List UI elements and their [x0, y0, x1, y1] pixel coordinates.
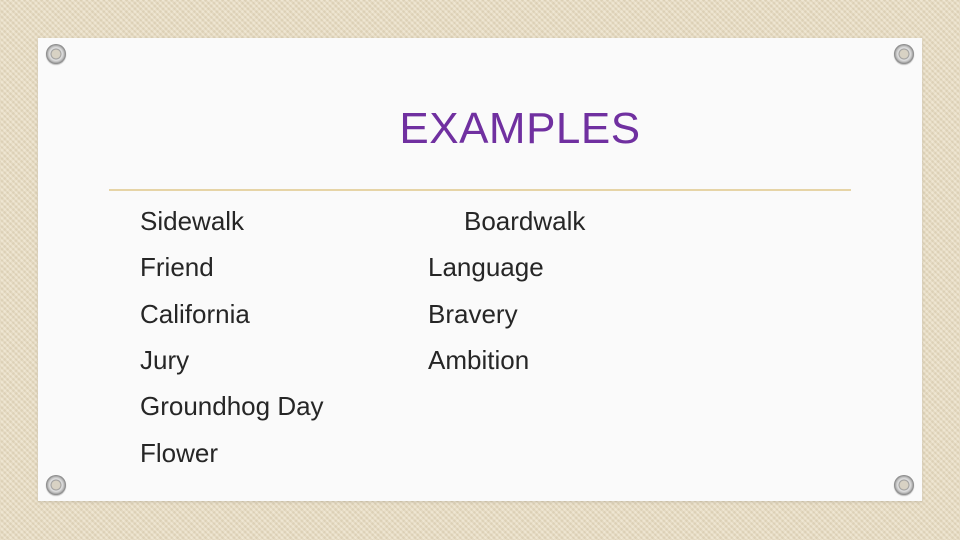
slide-title: EXAMPLES	[399, 104, 641, 153]
right-list-item: Ambition	[428, 345, 530, 375]
right-list-item: Bravery	[428, 299, 518, 329]
grommet-icon	[894, 44, 914, 64]
left-list-item: Groundhog Day	[140, 391, 324, 421]
grommet-icon	[46, 475, 66, 495]
right-list-item: Boardwalk	[464, 206, 586, 236]
left-list-item: Sidewalk	[140, 206, 245, 236]
grommet-icon	[46, 44, 66, 64]
slide-card: EXAMPLES Sidewalk Friend California Jury…	[38, 38, 922, 501]
left-list-item: Flower	[140, 438, 219, 468]
left-list-item: Jury	[140, 345, 190, 375]
title-divider	[109, 189, 851, 191]
grommet-icon	[894, 475, 914, 495]
left-list-item: Friend	[140, 252, 214, 282]
left-list-item: California	[140, 299, 250, 329]
right-list-item: Language	[428, 252, 544, 282]
